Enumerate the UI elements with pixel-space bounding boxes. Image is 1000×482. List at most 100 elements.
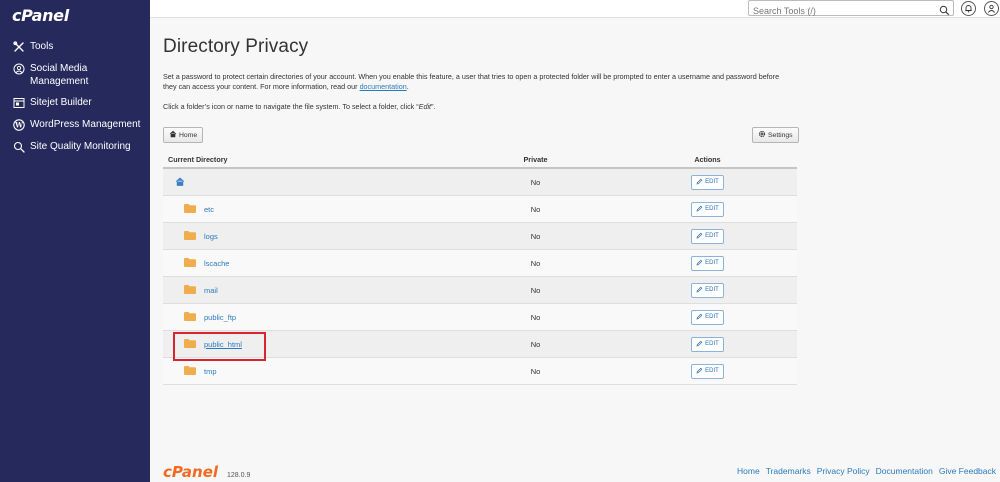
footer-link-documentation[interactable]: Documentation [876, 466, 933, 476]
directory-cell: lscache [163, 257, 453, 269]
edit-label: EDIT [705, 341, 719, 347]
version-label: 128.0.9 [227, 472, 251, 479]
edit-button[interactable]: EDIT [691, 228, 724, 244]
sidebar-item-sitejet[interactable]: Sitejet Builder [0, 96, 150, 110]
actions-cell: EDIT [618, 309, 797, 325]
edit-label: EDIT [705, 260, 719, 266]
sidebar-item-social-media[interactable]: Social Media Management [0, 62, 150, 88]
table-row: No EDIT [163, 169, 797, 196]
edit-button[interactable]: EDIT [691, 336, 724, 352]
folder-icon[interactable] [184, 284, 196, 296]
directory-name-link[interactable]: mail [204, 286, 218, 295]
edit-label: EDIT [705, 287, 719, 293]
table-row: logs No EDIT [163, 223, 797, 250]
footer-link-trademarks[interactable]: Trademarks [766, 466, 811, 476]
page-title: Directory Privacy [163, 36, 309, 57]
actions-cell: EDIT [618, 201, 797, 217]
sidebar-item-site-quality[interactable]: Site Quality Monitoring [0, 140, 150, 154]
documentation-link[interactable]: documentation [360, 82, 407, 91]
footer-link-privacy-policy[interactable]: Privacy Policy [817, 466, 870, 476]
actions-cell: EDIT [618, 336, 797, 352]
sidebar-item-wordpress[interactable]: W WordPress Management [0, 118, 150, 132]
footer-link-home[interactable]: Home [737, 466, 760, 476]
table-header: Current Directory Private Actions [163, 152, 797, 169]
wordpress-icon: W [12, 118, 26, 132]
site-quality-icon [12, 140, 26, 154]
table-row: mail No EDIT [163, 277, 797, 304]
folder-icon[interactable] [184, 311, 196, 323]
directory-cell: public_ftp [163, 311, 453, 323]
table-row: public_ftp No EDIT [163, 304, 797, 331]
folder-icon[interactable] [184, 257, 196, 269]
footer-link-give-feedback[interactable]: Give Feedback [939, 466, 996, 476]
pencil-icon [696, 259, 705, 268]
edit-label: EDIT [705, 368, 719, 374]
edit-button[interactable]: EDIT [691, 174, 724, 190]
directory-name-link[interactable]: logs [204, 232, 218, 241]
actions-cell: EDIT [618, 363, 797, 379]
folder-icon[interactable] [184, 203, 196, 215]
home-icon[interactable] [175, 176, 185, 188]
page-description: Set a password to protect certain direct… [163, 72, 780, 92]
directory-name-link[interactable]: public_ftp [204, 313, 236, 322]
sidebar-item-tools[interactable]: Tools [0, 40, 150, 54]
sidebar-item-label: Social Media Management [30, 63, 89, 87]
directory-cell: tmp [163, 365, 453, 377]
private-status: No [530, 285, 541, 295]
pencil-icon [696, 367, 705, 376]
actions-cell: EDIT [618, 255, 797, 271]
private-status: No [530, 312, 541, 322]
directory-name-link[interactable]: tmp [204, 367, 217, 376]
pencil-icon [696, 286, 705, 295]
folder-icon[interactable] [184, 338, 196, 350]
edit-button[interactable]: EDIT [691, 255, 724, 271]
edit-button[interactable]: EDIT [691, 201, 724, 217]
edit-button[interactable]: EDIT [691, 282, 724, 298]
private-status: No [530, 366, 541, 376]
notifications-button[interactable] [961, 1, 976, 16]
sidebar-item-label: Site Quality Monitoring [30, 141, 131, 152]
pencil-icon [696, 232, 705, 241]
directory-name-link[interactable]: etc [204, 205, 214, 214]
directory-name-link[interactable]: lscache [204, 259, 229, 268]
private-status: No [530, 204, 541, 214]
home-button[interactable]: Home [163, 127, 204, 143]
folder-icon[interactable] [184, 230, 196, 242]
edit-button[interactable]: EDIT [691, 309, 724, 325]
gear-icon [758, 130, 768, 140]
sidebar-nav: Tools Social Media Management Sitejet Bu… [0, 40, 150, 162]
actions-cell: EDIT [618, 282, 797, 298]
tools-icon [12, 40, 26, 54]
sitejet-icon [12, 96, 26, 110]
main-content: Directory Privacy Set a password to prot… [150, 19, 1000, 482]
top-bar [150, 0, 1000, 18]
table-row: public_html No EDIT [163, 331, 797, 358]
actions-cell: EDIT [618, 228, 797, 244]
edit-label: EDIT [705, 206, 719, 212]
sidebar-item-label: Tools [30, 41, 54, 52]
sidebar: cPanel Tools Social Media Management Sit… [0, 0, 150, 482]
directory-cell: public_html [163, 338, 453, 350]
private-status: No [530, 339, 541, 349]
directory-cell: logs [163, 230, 453, 242]
user-menu-button[interactable] [984, 1, 999, 16]
home-icon [169, 130, 179, 140]
pencil-icon [696, 205, 705, 214]
social-media-icon [12, 62, 26, 76]
edit-button[interactable]: EDIT [691, 363, 724, 379]
directory-cell: etc [163, 203, 453, 215]
private-status: No [530, 177, 541, 187]
table-row: etc No EDIT [163, 196, 797, 223]
folder-icon[interactable] [184, 365, 196, 377]
footer-cpanel-logo: cPanel [163, 463, 219, 481]
search-input[interactable] [749, 4, 929, 18]
header-current-directory: Current Directory [168, 155, 228, 164]
cpanel-logo[interactable]: cPanel [12, 6, 69, 25]
table-body: No EDIT etc No EDIT logs No EDIT lscache No EDIT ma… [163, 169, 797, 385]
search-icon[interactable] [939, 3, 950, 16]
sidebar-item-label: Sitejet Builder [30, 97, 92, 108]
table-row: lscache No EDIT [163, 250, 797, 277]
directory-name-link[interactable]: public_html [204, 340, 242, 349]
settings-button[interactable]: Settings [752, 127, 799, 143]
edit-label: EDIT [705, 314, 719, 320]
